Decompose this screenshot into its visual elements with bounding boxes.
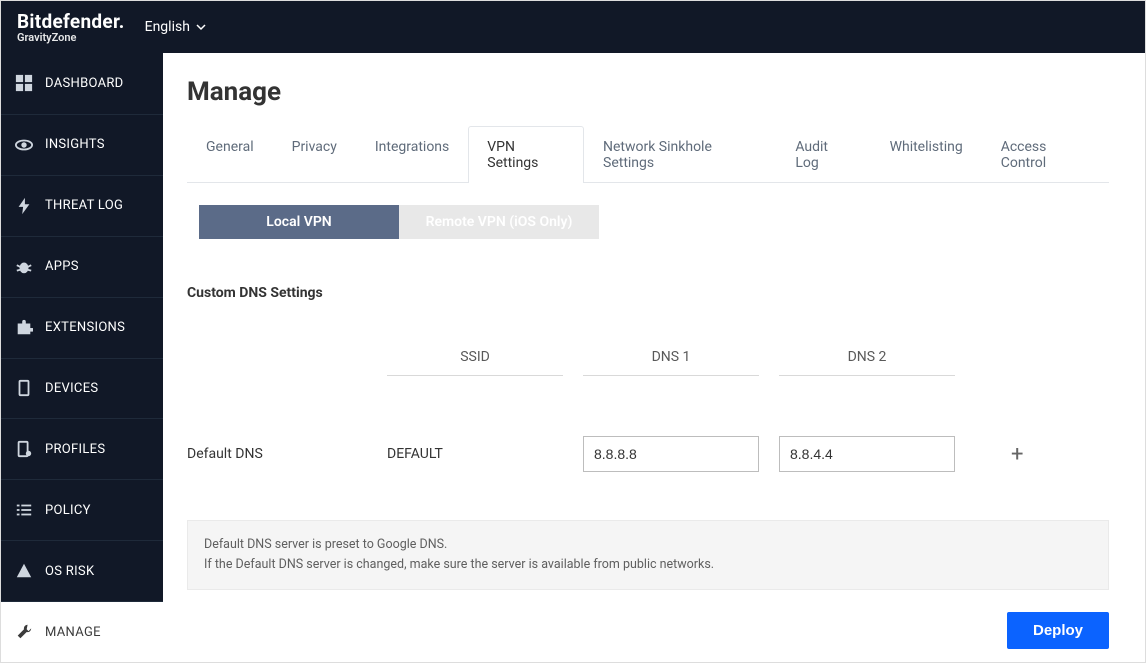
dns-headers: SSID DNS 1 DNS 2 (187, 349, 1109, 376)
sidebar-item-label: POLICY (45, 503, 91, 518)
tab-integrations[interactable]: Integrations (356, 126, 468, 183)
dns-notice: Default DNS server is preset to Google D… (187, 520, 1109, 590)
sidebar-item-profiles[interactable]: PROFILES (1, 418, 163, 479)
wrench-icon (15, 623, 33, 641)
dns1-input[interactable] (583, 436, 759, 472)
brand-sub: GravityZone (17, 31, 125, 44)
sidebar-item-insights[interactable]: INSIGHTS (1, 114, 163, 175)
tabs: General Privacy Integrations VPN Setting… (187, 125, 1109, 183)
sidebar-item-label: OS RISK (45, 564, 94, 579)
device-icon (15, 379, 33, 397)
puzzle-icon (15, 319, 33, 337)
dns2-input[interactable] (779, 436, 955, 472)
sidebar-item-dashboard[interactable]: DASHBOARD (1, 53, 163, 114)
page-title: Manage (187, 77, 1109, 107)
tab-whitelisting[interactable]: Whitelisting (871, 126, 982, 183)
tab-privacy[interactable]: Privacy (273, 126, 356, 183)
list-icon (15, 501, 33, 519)
sidebar-item-devices[interactable]: DEVICES (1, 358, 163, 419)
brand-main: Bitdefender. (17, 10, 125, 33)
sidebar-item-label: APPS (45, 259, 79, 274)
topbar: Bitdefender. GravityZone English (1, 1, 1145, 53)
chevron-down-icon (196, 22, 206, 32)
row-label: Default DNS (187, 446, 387, 462)
notice-line-1: Default DNS server is preset to Google D… (204, 535, 1092, 555)
col-dns1: DNS 1 (583, 349, 759, 376)
sidebar-item-threat-log[interactable]: THREAT LOG (1, 175, 163, 236)
custom-dns-title: Custom DNS Settings (187, 285, 1109, 301)
tab-general[interactable]: General (187, 126, 273, 183)
language-selector[interactable]: English (145, 19, 206, 35)
profile-icon (15, 440, 33, 458)
eye-icon (15, 136, 33, 154)
tab-vpn-settings[interactable]: VPN Settings (468, 126, 584, 183)
notice-line-2: If the Default DNS server is changed, ma… (204, 555, 1092, 575)
tab-access-control[interactable]: Access Control (982, 126, 1109, 183)
sidebar-item-apps[interactable]: APPS (1, 236, 163, 297)
col-dns2: DNS 2 (779, 349, 955, 376)
sidebar-item-extensions[interactable]: EXTENSIONS (1, 297, 163, 358)
brand: Bitdefender. GravityZone (17, 10, 125, 44)
sidebar-item-label: THREAT LOG (45, 198, 123, 213)
language-label: English (145, 19, 190, 35)
sidebar-item-label: DASHBOARD (45, 76, 124, 91)
bolt-icon (15, 197, 33, 215)
sidebar-item-label: EXTENSIONS (45, 320, 125, 335)
dashboard-icon (15, 74, 33, 92)
sidebar-item-label: PROFILES (45, 442, 105, 457)
vpn-subtabs: Local VPN Remote VPN (iOS Only) (199, 205, 1109, 239)
sidebar: DASHBOARD INSIGHTS THREAT LOG APPS EXTEN… (1, 53, 163, 662)
subtab-remote-vpn[interactable]: Remote VPN (iOS Only) (399, 205, 599, 239)
ssid-value: DEFAULT (387, 446, 563, 462)
tab-network-sinkhole[interactable]: Network Sinkhole Settings (584, 126, 776, 183)
tab-audit-log[interactable]: Audit Log (776, 126, 870, 183)
sidebar-item-label: MANAGE (45, 625, 101, 640)
deploy-button[interactable]: Deploy (1007, 612, 1109, 649)
add-row-button[interactable]: + (1011, 442, 1023, 467)
col-ssid: SSID (387, 349, 563, 376)
sidebar-item-policy[interactable]: POLICY (1, 479, 163, 540)
sidebar-item-os-risk[interactable]: OS RISK (1, 540, 163, 601)
main-content: Manage General Privacy Integrations VPN … (163, 53, 1145, 662)
default-dns-row: Default DNS DEFAULT + (187, 436, 1109, 472)
sidebar-item-manage[interactable]: MANAGE (1, 601, 163, 662)
sidebar-item-label: INSIGHTS (45, 137, 105, 152)
subtab-local-vpn[interactable]: Local VPN (199, 205, 399, 239)
warning-icon (15, 562, 33, 580)
bug-icon (15, 258, 33, 276)
sidebar-item-label: DEVICES (45, 381, 98, 396)
